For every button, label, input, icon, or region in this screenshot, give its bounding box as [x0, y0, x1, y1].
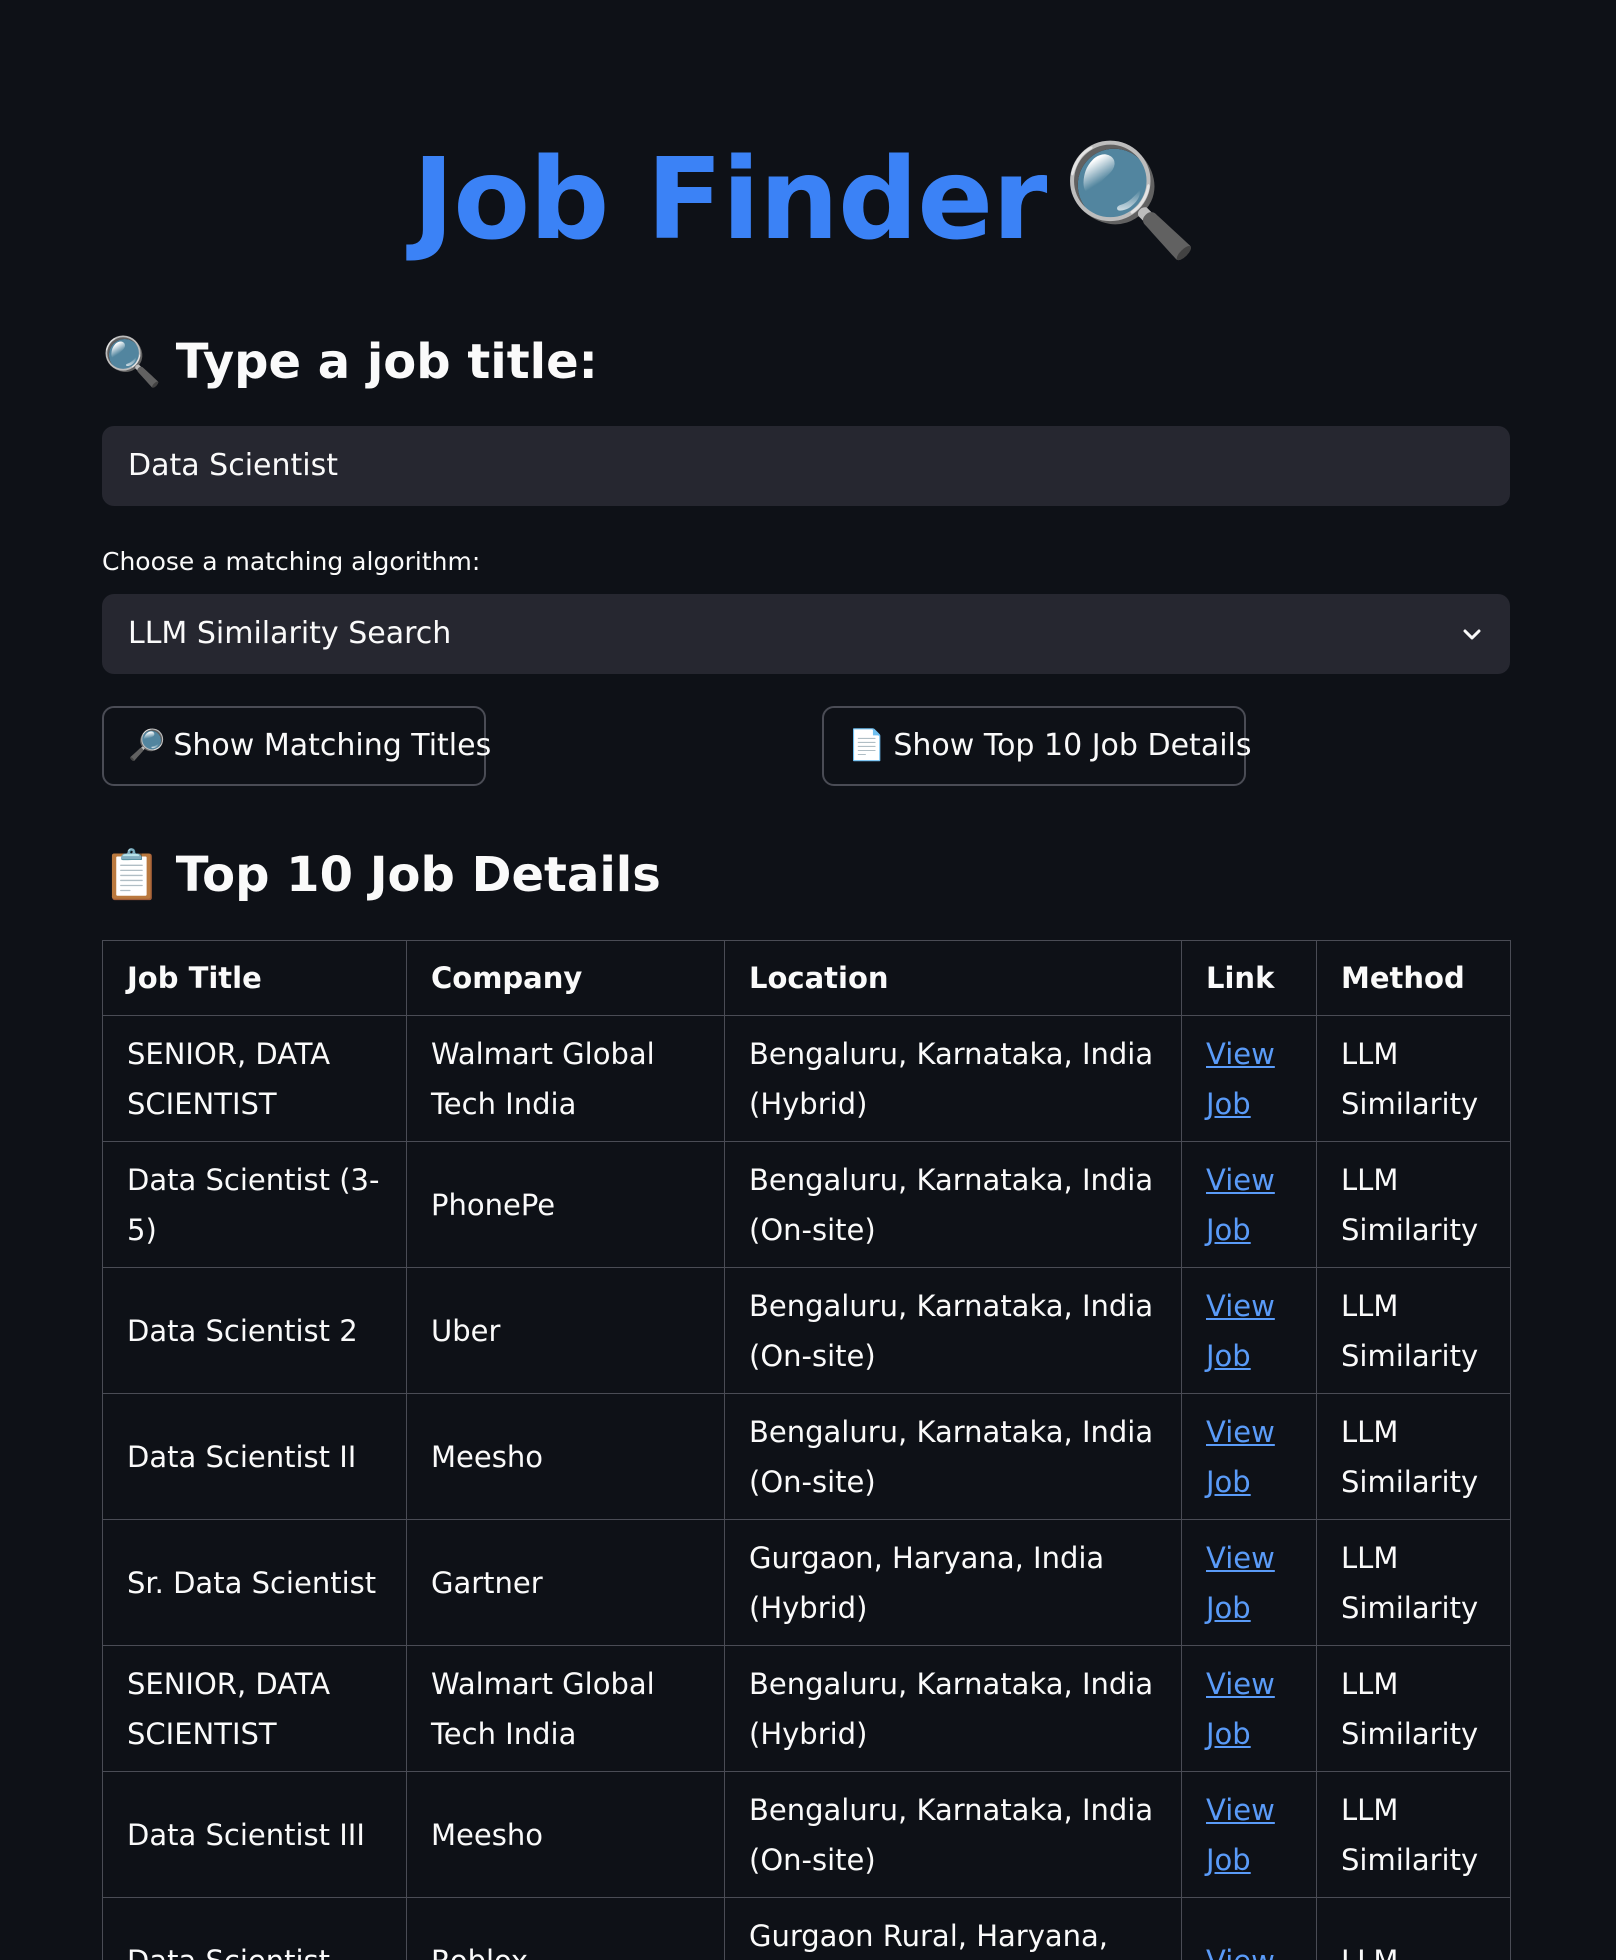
location-cell: Bengaluru, Karnataka, India (Hybrid) [724, 1015, 1182, 1142]
column-header-company: Company [406, 940, 725, 1016]
link-cell: View Job [1181, 1645, 1317, 1772]
link-cell: View Job [1181, 1267, 1317, 1394]
table-row: Data Scientist III Meesho Bengaluru, Kar… [102, 1771, 1511, 1898]
job-title-cell: SENIOR, DATA SCIENTIST [102, 1015, 407, 1142]
link-cell: View [1181, 1897, 1317, 1960]
link-cell: View Job [1181, 1015, 1317, 1142]
search-heading: 🔍 Type a job title: [102, 330, 598, 394]
document-icon: 📄 [848, 728, 886, 763]
view-job-link[interactable]: View Job [1206, 1667, 1275, 1751]
location-cell: Bengaluru, Karnataka, India (On-site) [724, 1771, 1182, 1898]
view-job-link[interactable]: View Job [1206, 1415, 1275, 1499]
table-row: Data Scientist II Meesho Bengaluru, Karn… [102, 1393, 1511, 1520]
column-header-method: Method [1316, 940, 1511, 1016]
location-cell: Bengaluru, Karnataka, India (On-site) [724, 1267, 1182, 1394]
view-job-link[interactable]: View Job [1206, 1541, 1275, 1625]
view-job-link[interactable]: View Job [1206, 1793, 1275, 1877]
location-cell: Bengaluru, Karnataka, India (On-site) [724, 1141, 1182, 1268]
clipboard-icon: 📋 [102, 847, 162, 903]
method-cell: LLM Similarity [1316, 1267, 1511, 1394]
location-cell: Gurgaon, Haryana, India (Hybrid) [724, 1519, 1182, 1646]
link-cell: View Job [1181, 1141, 1317, 1268]
table-row: Data Scientist (3-5) PhonePe Bengaluru, … [102, 1141, 1511, 1268]
method-cell: LLM [1316, 1897, 1511, 1960]
method-cell: LLM Similarity [1316, 1141, 1511, 1268]
table-row: SENIOR, DATA SCIENTIST Walmart Global Te… [102, 1015, 1511, 1142]
chevron-down-icon [1463, 629, 1481, 640]
algorithm-label: Choose a matching algorithm: [102, 547, 481, 576]
company-cell: Uber [406, 1267, 725, 1394]
page-title-text: Job Finder [412, 135, 1048, 265]
search-heading-text: Type a job title: [175, 334, 598, 390]
company-cell: Walmart Global Tech India [406, 1645, 725, 1772]
job-title-cell: Data Scientist (3-5) [102, 1141, 407, 1268]
table-row: Data Scientist Roblox Gurgaon Rural, Har… [102, 1897, 1511, 1960]
company-cell: Meesho [406, 1771, 725, 1898]
table-header-row: Job Title Company Location Link Method [102, 940, 1511, 1016]
method-cell: LLM Similarity [1316, 1645, 1511, 1772]
magnifier-icon: 🔍 [102, 334, 162, 390]
results-heading: 📋 Top 10 Job Details [102, 843, 661, 907]
company-cell: Walmart Global Tech India [406, 1015, 725, 1142]
column-header-location: Location [724, 940, 1182, 1016]
magnifier-tilted-icon: 🔎 [128, 728, 166, 763]
link-cell: View Job [1181, 1519, 1317, 1646]
job-title-cell: SENIOR, DATA SCIENTIST [102, 1645, 407, 1772]
magnifier-icon: 🔍 [1062, 136, 1200, 264]
table-row: Sr. Data Scientist Gartner Gurgaon, Hary… [102, 1519, 1511, 1646]
location-cell: Bengaluru, Karnataka, India (Hybrid) [724, 1645, 1182, 1772]
view-job-link[interactable]: View Job [1206, 1289, 1275, 1373]
table-row: Data Scientist 2 Uber Bengaluru, Karnata… [102, 1267, 1511, 1394]
company-cell: PhonePe [406, 1141, 725, 1268]
job-title-cell: Data Scientist III [102, 1771, 407, 1898]
method-cell: LLM Similarity [1316, 1393, 1511, 1520]
job-title-cell: Data Scientist 2 [102, 1267, 407, 1394]
view-job-link[interactable]: View Job [1206, 1037, 1275, 1121]
job-title-input[interactable]: Data Scientist [102, 426, 1510, 506]
show-top-job-details-label: Show Top 10 Job Details [893, 728, 1252, 763]
location-cell: Bengaluru, Karnataka, India (On-site) [724, 1393, 1182, 1520]
show-matching-titles-button[interactable]: 🔎 Show Matching Titles [102, 706, 491, 786]
company-cell: Gartner [406, 1519, 725, 1646]
link-cell: View Job [1181, 1771, 1317, 1898]
algorithm-select[interactable]: LLM Similarity Search [102, 594, 1510, 674]
results-heading-text: Top 10 Job Details [175, 847, 661, 903]
job-title-cell: Sr. Data Scientist [102, 1519, 407, 1646]
column-header-link: Link [1181, 940, 1317, 1016]
algorithm-selected-value: LLM Similarity Search [128, 616, 452, 651]
show-top-job-details-button[interactable]: 📄 Show Top 10 Job Details [822, 706, 1252, 786]
link-cell: View Job [1181, 1393, 1317, 1520]
method-cell: LLM Similarity [1316, 1771, 1511, 1898]
location-cell: Gurgaon Rural, Haryana, India [724, 1897, 1182, 1960]
page-title: Job Finder 🔍 [102, 130, 1510, 270]
show-matching-titles-label: Show Matching Titles [173, 728, 492, 763]
column-header-job-title: Job Title [102, 940, 407, 1016]
job-title-cell: Data Scientist II [102, 1393, 407, 1520]
company-cell: Meesho [406, 1393, 725, 1520]
method-cell: LLM Similarity [1316, 1015, 1511, 1142]
view-job-link[interactable]: View Job [1206, 1163, 1275, 1247]
method-cell: LLM Similarity [1316, 1519, 1511, 1646]
job-title-cell: Data Scientist [102, 1897, 407, 1960]
job-details-table: Job Title Company Location Link Method S… [102, 940, 1511, 1960]
company-cell: Roblox [406, 1897, 725, 1960]
table-row: SENIOR, DATA SCIENTIST Walmart Global Te… [102, 1645, 1511, 1772]
view-job-link[interactable]: View [1206, 1944, 1275, 1960]
